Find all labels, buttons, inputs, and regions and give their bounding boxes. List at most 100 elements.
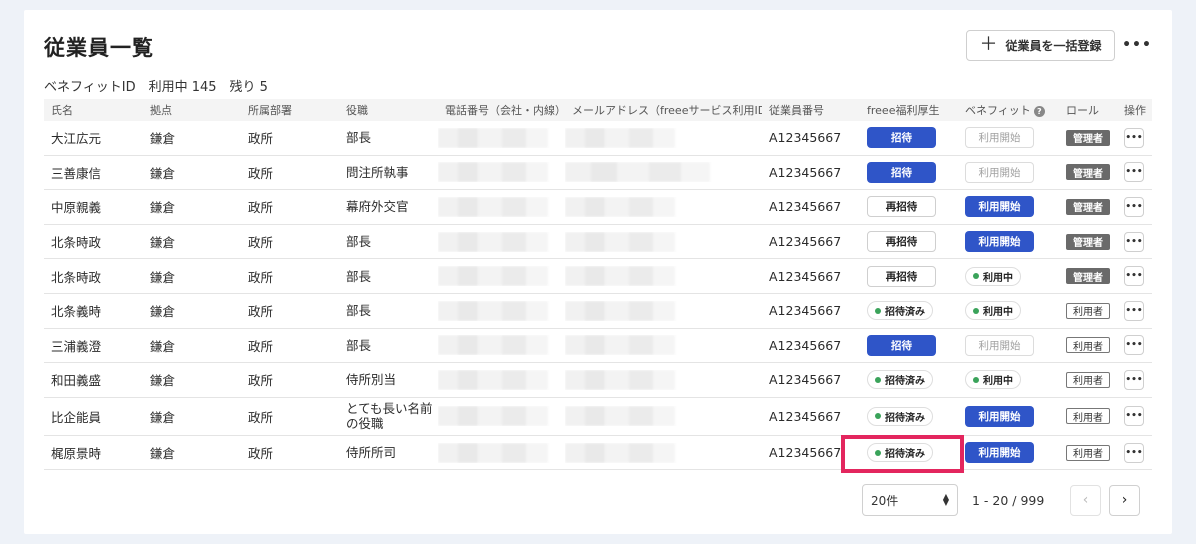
- per-page-select[interactable]: 20件 ▲ ▼: [862, 484, 958, 516]
- start-benefit-button[interactable]: 利用開始: [965, 196, 1034, 218]
- in-use-status-badge: 利用中: [965, 301, 1021, 321]
- in-use-status-badge: 利用中: [965, 370, 1021, 390]
- benefit-cell: 利用開始: [958, 334, 1059, 356]
- invite-button[interactable]: 招待: [867, 127, 936, 149]
- actions-cell: •••: [1117, 127, 1152, 148]
- employee-dept: 政所: [248, 409, 274, 425]
- actions-cell: •••: [1117, 369, 1152, 390]
- employee-dept: 政所: [248, 235, 274, 251]
- phone-redacted: [438, 196, 548, 217]
- role-cell: 管理者: [1059, 198, 1117, 215]
- phone-redacted: [438, 162, 548, 183]
- email-blurred: [565, 335, 762, 356]
- status-dot-icon: [875, 307, 881, 314]
- row-more-button[interactable]: •••: [1124, 369, 1144, 390]
- invite-button[interactable]: 招待: [867, 161, 936, 183]
- freee-benefits-cell: 招待済み: [860, 301, 958, 321]
- prev-page-button[interactable]: ‹: [1070, 484, 1101, 516]
- table-row: 北条時政 鎌倉 政所 部長 A12345667 再招待 利用中 管理者 •••: [44, 259, 1152, 294]
- employee-table: 氏名 拠点 所属部署 役職 電話番号（会社・内線） メールアドレス（freeeサ…: [44, 99, 1152, 471]
- row-more-button[interactable]: •••: [1124, 231, 1144, 252]
- next-page-button[interactable]: ›: [1109, 484, 1140, 516]
- employee-name: 和田義盛: [51, 373, 102, 389]
- email-redacted: [565, 196, 675, 217]
- employee-id: A12345667: [769, 337, 842, 353]
- email-redacted: [565, 442, 675, 463]
- chevron-right-icon: ›: [1121, 492, 1128, 508]
- employee-role: 部長: [346, 337, 372, 353]
- phone-blurred: [438, 442, 565, 463]
- email-blurred: [565, 369, 762, 390]
- employee-name: 北条義時: [51, 304, 102, 320]
- employee-role: 侍所別当: [346, 372, 397, 388]
- admin-role-tag: 管理者: [1066, 233, 1110, 250]
- phone-redacted: [438, 406, 548, 427]
- employee-dept: 政所: [248, 304, 274, 320]
- actions-cell: •••: [1117, 300, 1152, 321]
- reinvite-button[interactable]: 再招待: [867, 196, 936, 218]
- phone-blurred: [438, 162, 565, 183]
- start-benefit-button[interactable]: 利用開始: [965, 405, 1034, 427]
- row-more-button[interactable]: •••: [1124, 127, 1144, 148]
- user-role-tag: 利用者: [1066, 371, 1110, 388]
- per-page-value: 20件: [871, 493, 899, 508]
- employee-id: A12345667: [769, 372, 842, 388]
- column-header-phone: 電話番号（会社・内線）: [445, 104, 565, 117]
- freee-benefits-cell: 招待: [860, 334, 958, 356]
- employee-id: A12345667: [769, 268, 842, 284]
- start-benefit-button[interactable]: 利用開始: [965, 231, 1034, 253]
- actions-cell: •••: [1117, 406, 1152, 427]
- invited-status-label: 招待済み: [885, 307, 925, 319]
- employee-dept: 政所: [248, 373, 274, 389]
- employee-role: 部長: [346, 268, 372, 284]
- email-blurred: [565, 162, 762, 183]
- actions-cell: •••: [1117, 196, 1152, 217]
- phone-redacted: [438, 300, 548, 321]
- phone-blurred: [438, 369, 565, 390]
- role-cell: 利用者: [1059, 371, 1117, 388]
- invite-button[interactable]: 招待: [867, 334, 936, 356]
- plus-icon: ＋: [979, 33, 998, 55]
- bulk-register-button[interactable]: ＋ 従業員を一括登録: [966, 30, 1115, 61]
- row-more-button[interactable]: •••: [1124, 335, 1144, 356]
- row-more-button[interactable]: •••: [1124, 266, 1144, 287]
- in-use-status-badge: 利用中: [965, 266, 1021, 286]
- email-blurred: [565, 231, 762, 252]
- in-use-status-label: 利用中: [983, 272, 1013, 284]
- freee-benefits-cell: 再招待: [860, 265, 958, 287]
- email-blurred: [565, 300, 762, 321]
- user-role-tag: 利用者: [1066, 444, 1110, 461]
- row-more-button[interactable]: •••: [1124, 442, 1144, 463]
- start-benefit-button-disabled: 利用開始: [965, 334, 1034, 356]
- status-dot-icon: [875, 376, 881, 383]
- reinvite-button[interactable]: 再招待: [867, 231, 936, 253]
- employee-base: 鎌倉: [150, 304, 176, 320]
- employee-name: 北条時政: [51, 235, 102, 251]
- column-header-base: 拠点: [150, 104, 172, 117]
- employee-dept: 政所: [248, 269, 274, 285]
- phone-blurred: [438, 406, 565, 427]
- row-more-button[interactable]: •••: [1124, 162, 1144, 183]
- employee-list-panel: 従業員一覧 ＋ 従業員を一括登録 ••• ベネフィットID 利用中 145 残り…: [24, 10, 1172, 534]
- invited-status-badge: 招待済み: [867, 301, 933, 321]
- row-more-button[interactable]: •••: [1124, 300, 1144, 321]
- actions-cell: •••: [1117, 162, 1152, 183]
- role-cell: 利用者: [1059, 302, 1117, 319]
- start-benefit-button[interactable]: 利用開始: [965, 442, 1034, 464]
- employee-dept: 政所: [248, 131, 274, 147]
- reinvite-button[interactable]: 再招待: [867, 265, 936, 287]
- help-icon[interactable]: ?: [1033, 105, 1045, 117]
- table-row: 北条義時 鎌倉 政所 部長 A12345667 招待済み 利用中 利用者 •••: [44, 294, 1152, 329]
- select-arrows-icon: ▲ ▼: [942, 492, 949, 507]
- row-more-button[interactable]: •••: [1124, 406, 1144, 427]
- email-blurred: [565, 406, 762, 427]
- column-header-benefit-label: ベネフィット: [965, 104, 1031, 117]
- row-more-button[interactable]: •••: [1124, 196, 1144, 217]
- benefit-cell: 利用中: [958, 266, 1059, 286]
- role-cell: 管理者: [1059, 129, 1117, 146]
- role-cell: 利用者: [1059, 444, 1117, 461]
- invited-status-badge: 招待済み: [867, 370, 933, 390]
- email-redacted: [565, 406, 675, 427]
- more-options-button[interactable]: •••: [1122, 32, 1151, 58]
- employee-role: 部長: [346, 303, 372, 319]
